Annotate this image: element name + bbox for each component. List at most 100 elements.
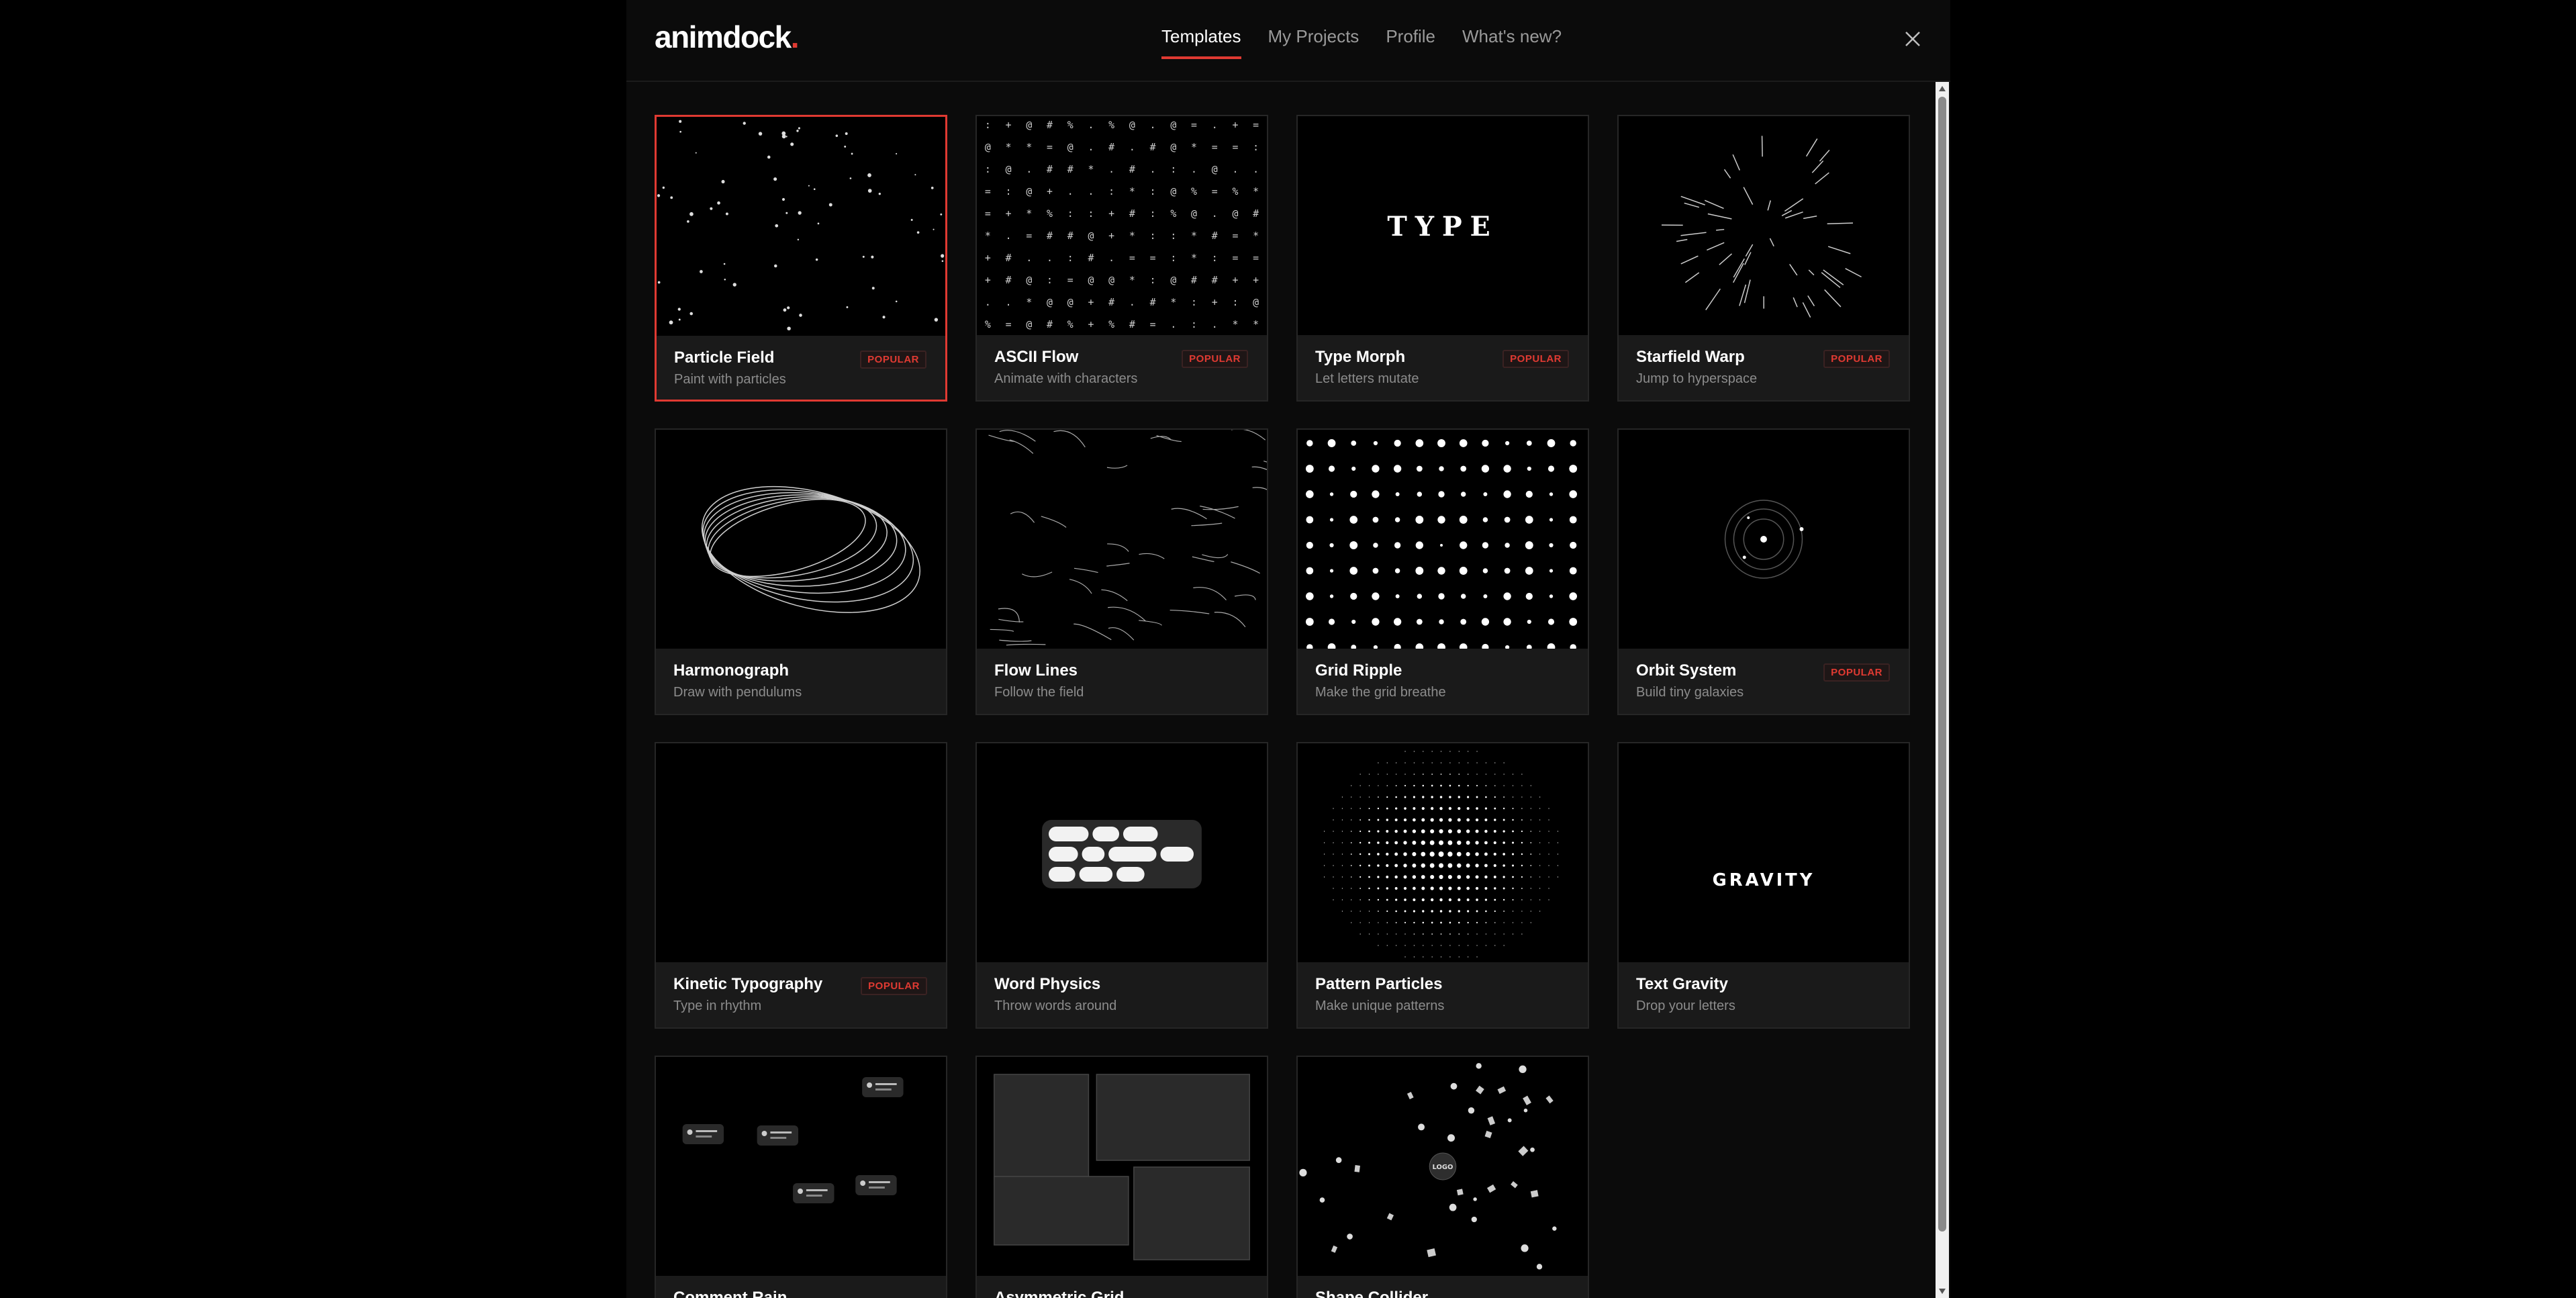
svg-text:%: % (985, 318, 991, 330)
starfield-warp-preview (1619, 116, 1909, 335)
svg-text:.: . (1212, 207, 1218, 220)
svg-text:#: # (1129, 318, 1135, 330)
template-card[interactable]: : + @ #%.% @. @ =. + = @ * * = @. #. # @ * = =:: @. # # *. #.:. @… (975, 115, 1268, 402)
scrollbar-thumb[interactable] (1938, 97, 1946, 1232)
svg-text:#: # (1047, 163, 1053, 175)
grid-ripple-preview (1298, 430, 1588, 649)
svg-text:*: * (1253, 230, 1259, 242)
template-name: Asymmetric Grid (994, 1289, 1125, 1298)
svg-text::: : (1067, 252, 1074, 264)
svg-text:#: # (1047, 318, 1053, 330)
template-name: Pattern Particles (1315, 975, 1443, 993)
svg-text:+: + (1232, 119, 1238, 131)
svg-text:@: @ (1026, 185, 1032, 197)
template-name: ASCII Flow (994, 348, 1079, 366)
svg-text:=: = (985, 185, 991, 197)
template-card[interactable]: Word Physics Throw words around (975, 742, 1268, 1029)
orbit-system-preview (1619, 430, 1909, 649)
popular-badge: POPULAR (860, 351, 926, 369)
svg-text:#: # (1191, 274, 1197, 286)
template-card[interactable]: Harmonograph Draw with pendulums (655, 428, 947, 715)
svg-text:%: % (1191, 185, 1197, 197)
tab-profile[interactable]: Profile (1386, 23, 1435, 56)
svg-text:@: @ (1088, 230, 1094, 242)
shape-collider-preview-art: LOGO (1299, 1063, 1557, 1270)
svg-text::: : (1108, 185, 1114, 197)
scroll-up-arrow-icon[interactable] (1939, 86, 1946, 91)
svg-text:TYPE: TYPE (1387, 212, 1498, 242)
harmonograph-preview (656, 430, 946, 649)
svg-text:.: . (1232, 163, 1238, 175)
template-card[interactable]: Pattern Particles Make unique patterns (1296, 742, 1589, 1029)
svg-text::: : (1150, 185, 1156, 197)
svg-text:*: * (1088, 163, 1094, 175)
template-name: Comment Rain (673, 1289, 788, 1298)
main-nav: Templates My Projects Profile What's new… (1161, 23, 1588, 59)
svg-text:#: # (1088, 252, 1094, 264)
svg-text::: : (1047, 274, 1053, 286)
tab-whats-new[interactable]: What's new? (1462, 23, 1562, 56)
asymmetric-grid-preview (977, 1057, 1267, 1276)
template-card[interactable]: Particle Field Paint with particles POPULA… (655, 115, 947, 402)
comment-rain-preview-art (682, 1077, 904, 1203)
svg-text:=: = (1150, 318, 1156, 330)
template-card[interactable]: Comment Rain (655, 1056, 947, 1298)
template-card[interactable]: LOGO Shape Collider (1296, 1056, 1589, 1298)
svg-text:*: * (1026, 207, 1032, 220)
svg-text:%: % (1047, 207, 1053, 220)
tab-my-projects[interactable]: My Projects (1268, 23, 1359, 56)
svg-text:@: @ (1170, 274, 1176, 286)
svg-text::: : (1150, 274, 1156, 286)
svg-text::: : (1191, 318, 1197, 330)
template-card[interactable]: Orbit System Build tiny galaxies POPULAR (1617, 428, 1910, 715)
shape-collider-preview: LOGO (1298, 1057, 1588, 1276)
svg-text::: : (1006, 185, 1012, 197)
template-card[interactable]: Starfield Warp Jump to hyperspace POPULAR (1617, 115, 1910, 402)
template-card[interactable]: Flow Lines Follow the field (975, 428, 1268, 715)
svg-text:.: . (1088, 141, 1094, 153)
svg-text:@: @ (1006, 163, 1012, 175)
svg-text:=: = (1253, 252, 1259, 264)
svg-text::: : (1150, 207, 1156, 220)
svg-text:*: * (985, 230, 991, 242)
svg-text:@: @ (1232, 207, 1238, 220)
svg-text:%: % (1067, 318, 1074, 330)
template-card[interactable]: Grid Ripple Make the grid breathe (1296, 428, 1589, 715)
svg-text:@: @ (985, 141, 991, 153)
scrollbar[interactable] (1936, 82, 1949, 1298)
template-name: Word Physics (994, 975, 1101, 993)
svg-text:*: * (1129, 230, 1135, 242)
popular-badge: POPULAR (1823, 350, 1890, 368)
scroll-down-arrow-icon[interactable] (1939, 1289, 1946, 1294)
svg-text:LOGO: LOGO (1433, 1164, 1453, 1171)
tab-templates[interactable]: Templates (1161, 23, 1241, 59)
svg-text:@: @ (1170, 119, 1176, 131)
template-card[interactable]: GRAVITY Text Gravity Drop your letters (1617, 742, 1910, 1029)
template-name: Flow Lines (994, 661, 1078, 680)
svg-text:*: * (1129, 274, 1135, 286)
svg-text:+: + (1253, 274, 1259, 286)
template-description: Throw words around (994, 999, 1117, 1013)
template-name: Grid Ripple (1315, 661, 1402, 680)
svg-text::: : (1170, 230, 1176, 242)
template-card[interactable]: TYPE Type Morph Let letters mutate POPULAR (1296, 115, 1589, 402)
orbit-system-preview-art (1724, 500, 1804, 579)
svg-text:@: @ (1026, 318, 1032, 330)
type-morph-preview-art: TYPE (1387, 212, 1498, 242)
popular-badge: POPULAR (1823, 663, 1890, 682)
svg-text::: : (985, 119, 991, 131)
template-name: Kinetic Typography (673, 975, 823, 993)
template-description: Animate with characters (994, 371, 1138, 386)
svg-text::: : (1253, 141, 1259, 153)
svg-text:.: . (1150, 119, 1156, 131)
svg-text::: : (1232, 296, 1238, 308)
ascii-flow-preview-art: : + @ #%.% @. @ =. + =@ * * = @. #. # @ * = =:: @. # # *. #.:. @… (985, 119, 1259, 330)
close-button[interactable] (1904, 30, 1921, 48)
svg-text::: : (1067, 207, 1074, 220)
popular-badge: POPULAR (1502, 350, 1569, 368)
template-card[interactable]: Kinetic Typography Type in rhythm POPULAR (655, 742, 947, 1029)
svg-text:=: = (1212, 185, 1218, 197)
template-card[interactable]: Asymmetric Grid (975, 1056, 1268, 1298)
svg-text:=: = (1253, 119, 1259, 131)
svg-text:#: # (1212, 230, 1218, 242)
